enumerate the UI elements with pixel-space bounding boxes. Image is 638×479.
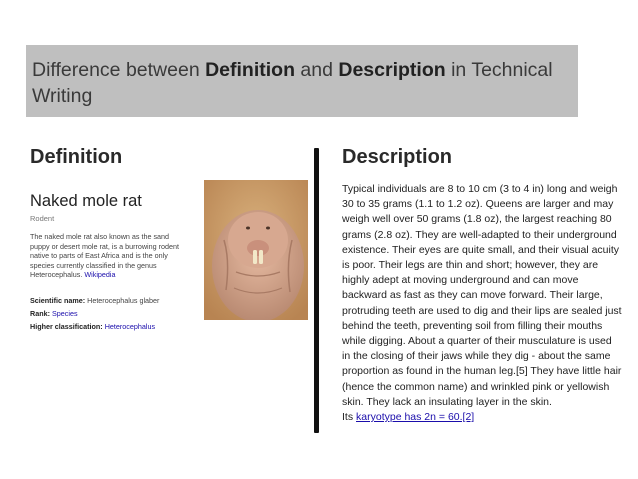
- row-label: Higher classification:: [30, 322, 103, 331]
- higher-classification-link[interactable]: Heterocephalus: [105, 322, 155, 331]
- title-part: Difference between: [32, 59, 206, 81]
- slide-title: Difference between Definition and Descri…: [32, 57, 570, 109]
- description-heading: Description: [342, 146, 453, 168]
- column-divider: [314, 148, 319, 433]
- card-row-higher-classification: Higher classification: Heterocephalus: [30, 322, 155, 331]
- card-description: The naked mole rat also known as the san…: [30, 232, 188, 280]
- knowledge-card: Naked mole rat Rodent The naked mole rat…: [26, 180, 308, 331]
- karyotype-link[interactable]: karyotype has 2n = 60.[2]: [356, 411, 474, 423]
- row-label: Rank:: [30, 309, 50, 318]
- row-value: Heterocephalus glaber: [87, 296, 160, 305]
- description-text: Typical individuals are 8 to 10 cm (3 to…: [342, 182, 622, 425]
- title-definition: Definition: [205, 59, 295, 81]
- card-subtitle: Rodent: [30, 214, 55, 223]
- karyotype-prefix: Its: [342, 411, 357, 424]
- title-description: Description: [338, 59, 446, 81]
- row-label: Scientific name:: [30, 296, 86, 305]
- wikipedia-link[interactable]: Wikipedia: [84, 270, 115, 279]
- card-title: Naked mole rat: [30, 192, 142, 210]
- definition-heading: Definition: [30, 146, 123, 168]
- mole-rat-photo: [204, 180, 308, 320]
- card-row-scientific-name: Scientific name: Heterocephalus glaber: [30, 296, 159, 305]
- rank-link[interactable]: Species: [52, 309, 78, 318]
- title-part: and: [295, 59, 339, 81]
- title-bar: Difference between Definition and Descri…: [26, 45, 578, 117]
- description-body: Typical individuals are 8 to 10 cm (3 to…: [342, 183, 622, 408]
- card-row-rank: Rank: Species: [30, 309, 78, 318]
